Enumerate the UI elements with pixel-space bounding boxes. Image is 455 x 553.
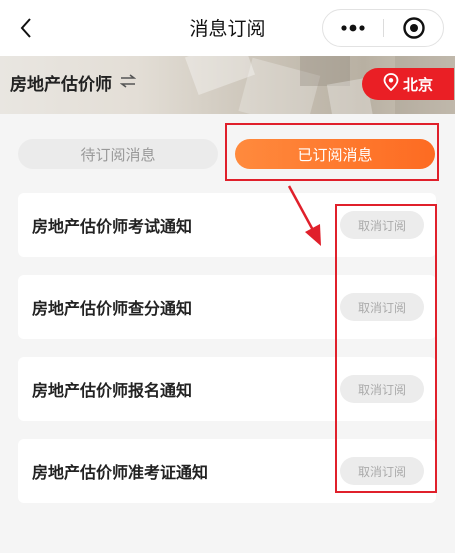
annotation-arrow (287, 185, 321, 246)
